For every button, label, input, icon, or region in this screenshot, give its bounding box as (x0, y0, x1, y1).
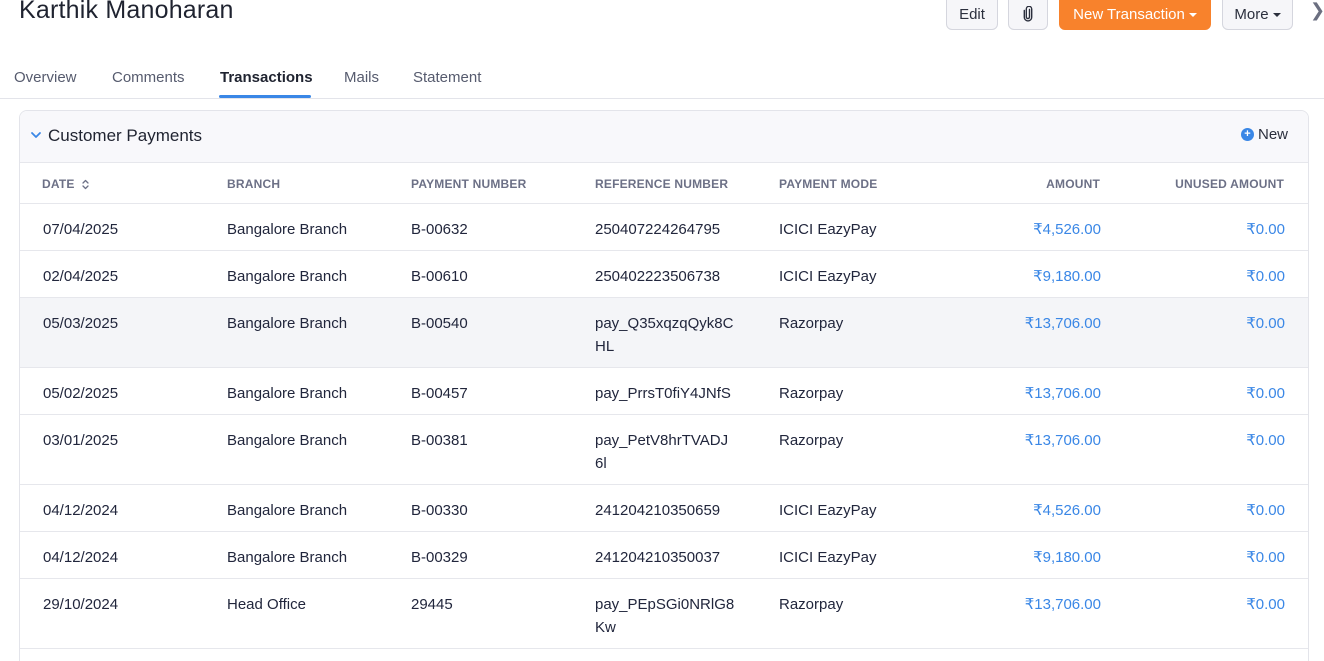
cell-amount[interactable]: ₹4,526.00 (1033, 499, 1101, 522)
cell-unused-amount[interactable]: ₹0.00 (1246, 218, 1285, 241)
column-header-unused-amount: UNUSED AMOUNT (1175, 177, 1284, 191)
cell-payment-mode: Razorpay (779, 596, 844, 613)
new-payment-button[interactable]: + New (1241, 126, 1288, 143)
tab-overview[interactable]: Overview (14, 69, 77, 86)
plus-circle-icon: + (1241, 128, 1254, 141)
cell-date: 04/12/2024 (43, 549, 119, 566)
table-row[interactable]: 04/12/2024 Bangalore Branch B-00329 2412042… (20, 532, 1308, 579)
column-header-payment-number: PAYMENT NUMBER (411, 177, 527, 191)
cell-unused-amount[interactable]: ₹0.00 (1246, 499, 1285, 522)
cell-branch: Bangalore Branch (227, 432, 348, 449)
paperclip-icon (1023, 6, 1033, 22)
cell-amount[interactable]: ₹4,526.00 (1033, 218, 1101, 241)
cell-reference-number: pay_Q35xqzqQyk8CHL (595, 315, 734, 355)
table-row[interactable]: 04/12/2024 Bangalore Branch B-00330 2412042… (20, 485, 1308, 532)
cell-payment-mode: Razorpay (779, 385, 844, 402)
cell-unused-amount[interactable]: ₹0.00 (1246, 312, 1285, 335)
cell-reference-number: 241204210350037 (595, 549, 721, 566)
attachment-button[interactable] (1008, 0, 1048, 30)
cell-payment-number: B-00540 (411, 315, 468, 332)
column-header-payment-mode: PAYMENT MODE (779, 177, 878, 191)
cell-payment-number: B-00632 (411, 221, 468, 238)
cell-reference-number: pay_PrrsT0fiY4JNfS (595, 385, 731, 402)
edit-button[interactable]: Edit (946, 0, 998, 30)
cell-branch: Bangalore Branch (227, 385, 348, 402)
cell-unused-amount[interactable]: ₹0.00 (1246, 429, 1285, 452)
cell-date: 04/12/2024 (43, 502, 119, 519)
cell-date: 02/04/2025 (43, 268, 119, 285)
cell-branch: Bangalore Branch (227, 221, 348, 238)
cell-amount[interactable]: ₹13,706.00 (1025, 382, 1101, 405)
cell-branch: Bangalore Branch (227, 549, 348, 566)
cell-branch: Bangalore Branch (227, 268, 348, 285)
customer-payments-panel: Customer Payments + New DATE BRANCH PAYM… (19, 110, 1309, 661)
table-row[interactable]: 29/10/2024 Head Office 29445 pay_PEpSGi0NRl… (20, 579, 1308, 649)
column-header-amount: AMOUNT (1046, 177, 1100, 191)
tab-statement[interactable]: Statement (413, 69, 481, 86)
cell-unused-amount[interactable]: ₹0.00 (1246, 382, 1285, 405)
column-header-date[interactable]: DATE (42, 177, 89, 191)
panel-title: Customer Payments (48, 126, 202, 145)
table-header: DATE BRANCH PAYMENT NUMBER REFERENCE NUM… (20, 163, 1308, 204)
cell-payment-mode: Razorpay (779, 315, 844, 332)
cell-amount[interactable]: ₹13,706.00 (1025, 593, 1101, 616)
more-button[interactable]: More (1222, 0, 1293, 30)
cell-unused-amount[interactable]: ₹0.00 (1246, 546, 1285, 569)
cell-payment-mode: Razorpay (779, 432, 844, 449)
table-row[interactable]: 03/01/2025 Bangalore Branch B-00381 pay_Pet… (20, 415, 1308, 485)
new-transaction-label: New Transaction (1073, 5, 1185, 23)
cell-date: 07/04/2025 (43, 221, 119, 238)
chevron-down-icon[interactable] (30, 129, 42, 141)
column-header-reference-number: REFERENCE NUMBER (595, 177, 729, 191)
caret-down-icon (1188, 13, 1197, 17)
cell-payment-number: B-00330 (411, 502, 468, 519)
sort-icon[interactable] (82, 179, 89, 190)
cell-payment-number: B-00457 (411, 385, 468, 402)
tab-comments[interactable]: Comments (112, 69, 185, 86)
tab-mails[interactable]: Mails (344, 69, 379, 86)
caret-down-icon (1272, 13, 1281, 17)
more-label: More (1234, 5, 1269, 23)
cell-amount[interactable]: ₹9,180.00 (1033, 265, 1101, 288)
cell-payment-number: B-00610 (411, 268, 468, 285)
cell-branch: Bangalore Branch (227, 315, 348, 332)
new-payment-label: New (1258, 126, 1289, 143)
column-header-branch: BRANCH (227, 177, 281, 191)
cell-reference-number: 241204210350659 (595, 502, 721, 519)
cell-amount[interactable]: ₹13,706.00 (1025, 312, 1101, 335)
table-row[interactable]: 05/03/2025 Bangalore Branch B-00540 pay_Q35… (20, 298, 1308, 368)
cell-payment-number: 29445 (411, 596, 453, 613)
cell-reference-number: 250407224264795 (595, 221, 721, 238)
panel-header[interactable]: Customer Payments + New (20, 111, 1308, 163)
table-row[interactable]: 07/04/2025 Bangalore Branch B-00632 2504072… (20, 204, 1308, 251)
cell-payment-mode: ICICI EazyPay (779, 268, 877, 285)
new-transaction-button[interactable]: New Transaction (1059, 0, 1211, 30)
cell-reference-number: 250402223506738 (595, 268, 721, 285)
cell-branch: Head Office (227, 596, 306, 613)
cell-date: 29/10/2024 (43, 596, 119, 613)
cell-unused-amount[interactable]: ₹0.00 (1246, 265, 1285, 288)
cell-payment-mode: ICICI EazyPay (779, 549, 877, 566)
cell-amount[interactable]: ₹13,706.00 (1025, 429, 1101, 452)
table-row[interactable]: 02/04/2025 Bangalore Branch B-00610 2504022… (20, 251, 1308, 298)
table-row[interactable]: 05/02/2025 Bangalore Branch B-00457 pay_Prr… (20, 368, 1308, 415)
cell-payment-number: B-00381 (411, 432, 468, 449)
cell-payment-number: B-00329 (411, 549, 468, 566)
cell-amount[interactable]: ₹9,180.00 (1033, 546, 1101, 569)
cell-date: 05/03/2025 (43, 315, 119, 332)
tab-transactions[interactable]: Transactions (220, 69, 313, 86)
cell-date: 03/01/2025 (43, 432, 119, 449)
cell-date: 05/02/2025 (43, 385, 119, 402)
tab-bar: Overview Comments Transactions Mails Sta… (0, 58, 1324, 99)
cell-branch: Bangalore Branch (227, 502, 348, 519)
cell-unused-amount[interactable]: ₹0.00 (1246, 593, 1285, 616)
cell-reference-number: pay_PEpSGi0NRlG8Kw (595, 596, 735, 636)
cell-payment-mode: ICICI EazyPay (779, 221, 877, 238)
cell-payment-mode: ICICI EazyPay (779, 502, 877, 519)
cell-reference-number: pay_PetV8hrTVADJ6l (595, 432, 729, 472)
chevron-right-icon[interactable]: ❯ (1310, 0, 1324, 21)
contact-name: Karthik Manoharan (19, 0, 234, 24)
active-tab-indicator (219, 95, 311, 98)
page-header: Karthik Manoharan Edit New Transaction M… (0, 0, 1324, 40)
